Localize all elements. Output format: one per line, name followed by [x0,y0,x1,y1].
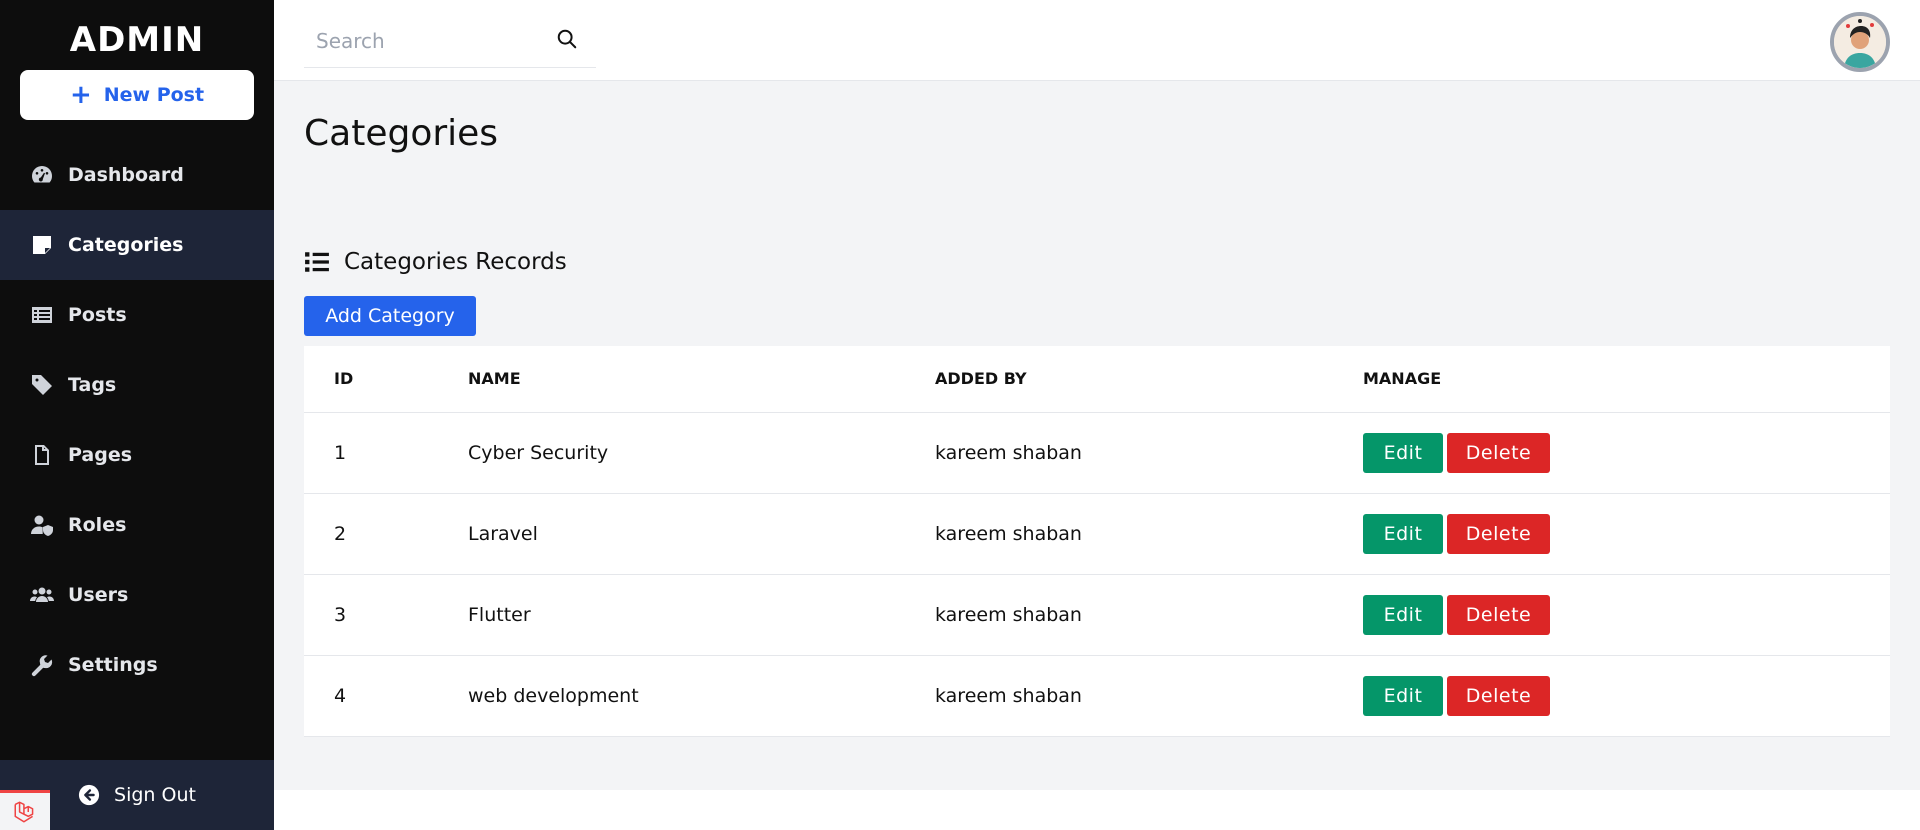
table-row: 4 web development kareem shaban Edit Dele… [304,655,1890,737]
new-post-label: New Post [103,84,205,106]
user-shield-icon [31,515,53,536]
tag-icon [32,375,52,395]
page-title: Categories [304,113,499,154]
plus-icon: + [69,80,92,110]
sidebar-item-tags[interactable]: Tags [0,350,274,420]
cell-added-by: kareem shaban [935,574,1363,656]
brand-title: ADMIN [69,20,205,60]
delete-button[interactable]: Delete [1447,432,1550,473]
gauge-icon [32,166,53,183]
cell-name: web development [468,655,935,737]
sidebar-item-pages[interactable]: Pages [0,420,274,490]
sidebar-item-label: Users [68,584,129,606]
sidebar-item-roles[interactable]: Roles [0,490,274,560]
avatar[interactable] [1830,12,1890,72]
cell-manage: Edit Delete [1363,655,1890,737]
list-icon [305,252,329,272]
header-added-by: ADDED BY [935,346,1363,413]
cell-id: 1 [304,412,468,494]
records-heading-label: Categories Records [344,249,567,275]
records-heading: Categories Records [304,249,567,275]
cell-id: 3 [304,574,468,656]
laravel-logo-icon[interactable] [0,790,50,830]
header-name: NAME [468,346,935,413]
cell-added-by: kareem shaban [935,493,1363,575]
cell-name: Cyber Security [468,412,935,494]
cell-manage: Edit Delete [1363,493,1890,575]
table-row: 3 Flutter kareem shaban Edit Delete [304,574,1890,656]
search-box [304,14,596,68]
cell-name: Flutter [468,574,935,656]
note-icon [33,236,51,254]
table-row: 1 Cyber Security kareem shaban Edit Delet… [304,412,1890,494]
arrow-left-circle-icon [78,784,100,806]
sidebar-item-label: Tags [68,374,117,396]
sidebar-item-label: Roles [68,514,127,536]
edit-button[interactable]: Edit [1363,513,1443,554]
sidebar-item-label: Categories [68,234,184,256]
cell-added-by: kareem shaban [935,655,1363,737]
sidebar-item-posts[interactable]: Posts [0,280,274,350]
sign-out-label: Sign Out [114,784,196,806]
delete-button[interactable]: Delete [1447,675,1550,716]
cell-added-by: kareem shaban [935,412,1363,494]
sidebar-item-label: Dashboard [68,164,184,186]
edit-button[interactable]: Edit [1363,594,1443,635]
sidebar-item-settings[interactable]: Settings [0,630,274,700]
sidebar-item-label: Settings [68,654,158,676]
file-icon [35,445,49,465]
sidebar: ADMIN + New Post Dashboard Categories Po… [0,0,274,830]
users-icon [30,587,54,602]
edit-button[interactable]: Edit [1363,675,1443,716]
add-category-button[interactable]: Add Category [304,296,476,336]
main-content: Categories Categories Records Add Catego… [274,81,1920,790]
list-alt-icon [32,307,52,323]
sidebar-item-users[interactable]: Users [0,560,274,630]
sidebar-item-label: Pages [68,444,133,466]
topbar [274,0,1920,81]
wrench-icon [31,655,53,677]
sidebar-item-dashboard[interactable]: Dashboard [0,140,274,210]
categories-table: ID NAME ADDED BY MANAGE 1 Cyber Security… [304,346,1890,737]
cell-name: Laravel [468,493,935,575]
cell-id: 2 [304,493,468,575]
cell-manage: Edit Delete [1363,574,1890,656]
sidebar-item-categories[interactable]: Categories [0,210,274,280]
cell-manage: Edit Delete [1363,412,1890,494]
header-manage: MANAGE [1363,346,1890,413]
search-icon[interactable] [556,28,578,50]
header-id: ID [304,346,468,413]
sidebar-item-label: Posts [68,304,127,326]
sidebar-nav: Dashboard Categories Posts Tags Pages Ro… [0,140,274,700]
new-post-button[interactable]: + New Post [20,70,254,120]
table-row: 2 Laravel kareem shaban Edit Delete [304,493,1890,575]
delete-button[interactable]: Delete [1447,513,1550,554]
cell-id: 4 [304,655,468,737]
search-input[interactable] [316,28,546,53]
edit-button[interactable]: Edit [1363,432,1443,473]
table-header-row: ID NAME ADDED BY MANAGE [304,346,1890,413]
delete-button[interactable]: Delete [1447,594,1550,635]
